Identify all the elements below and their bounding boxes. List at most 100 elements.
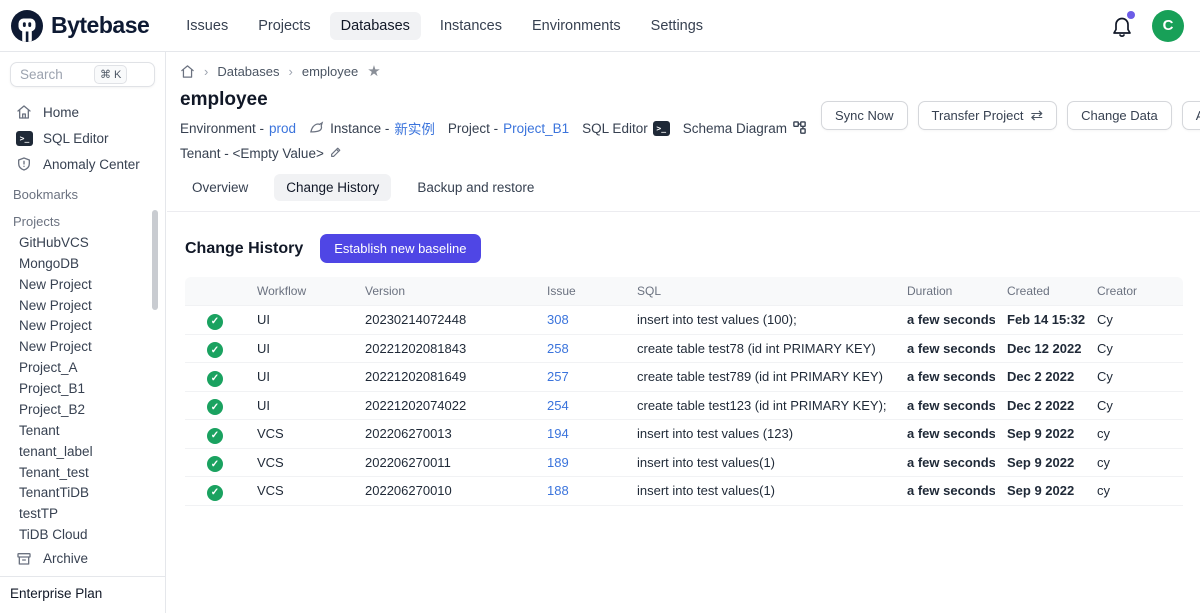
sidebar-scrollbar[interactable] <box>152 210 158 310</box>
alter-schema-button[interactable]: Alter Schema <box>1182 101 1200 130</box>
meta-tenant: Tenant - <Empty Value> <box>180 145 345 161</box>
breadcrumb-databases[interactable]: Databases <box>217 64 279 79</box>
transfer-project-button[interactable]: Transfer Project ⇄ <box>918 101 1058 130</box>
cell-created: Sep 9 2022 <box>995 477 1085 506</box>
page-actions: Sync Now Transfer Project ⇄ Change Data … <box>821 101 1200 130</box>
cell-workflow: VCS <box>245 420 353 449</box>
sidebar-project-tidb-cloud[interactable]: TiDB Cloud <box>0 524 165 545</box>
tab-change-history[interactable]: Change History <box>274 174 391 201</box>
section-title: Change History <box>185 240 303 258</box>
change-data-button[interactable]: Change Data <box>1067 101 1172 130</box>
sidebar-project-tenant[interactable]: Tenant <box>0 420 165 441</box>
sidebar-project-tenanttidb[interactable]: TenantTiDB <box>0 482 165 503</box>
cell-duration: a few seconds <box>895 363 995 392</box>
sidebar-project-new-project-2[interactable]: New Project <box>0 295 165 316</box>
sidebar-project-new-project-4[interactable]: New Project <box>0 336 165 357</box>
meta-instance: Instance - 新实例 <box>309 118 435 138</box>
bytebase-logo[interactable]: Bytebase <box>10 9 149 43</box>
main-content: › Databases › employee ★ employee Enviro… <box>167 52 1200 613</box>
nav-item-settings[interactable]: Settings <box>640 12 714 40</box>
project-link[interactable]: Project_B1 <box>503 121 569 136</box>
nav-item-instances[interactable]: Instances <box>429 12 513 40</box>
terminal-icon: >_ <box>653 121 670 136</box>
sidebar-project-tenant-test[interactable]: Tenant_test <box>0 462 165 483</box>
issue-link[interactable]: 257 <box>547 369 569 384</box>
table-row[interactable]: ✓ UI 20221202074022 254 create table tes… <box>185 391 1183 420</box>
nav-item-issues[interactable]: Issues <box>175 12 239 40</box>
issue-link[interactable]: 308 <box>547 312 569 327</box>
button-label: Sync Now <box>835 108 894 123</box>
sidebar-project-testtp[interactable]: testTP <box>0 503 165 524</box>
cell-sql: create table test123 (id int PRIMARY KEY… <box>625 391 895 420</box>
issue-link[interactable]: 258 <box>547 341 569 356</box>
table-row[interactable]: ✓ VCS 202206270011 189 insert into test … <box>185 448 1183 477</box>
nav-item-environments[interactable]: Environments <box>521 12 632 40</box>
sidebar-item-anomaly-center[interactable]: Anomaly Center <box>0 151 165 178</box>
table-row[interactable]: ✓ VCS 202206270010 188 insert into test … <box>185 477 1183 506</box>
sync-now-button[interactable]: Sync Now <box>821 101 908 130</box>
tab-backup-and-restore[interactable]: Backup and restore <box>405 174 546 201</box>
edit-pencil-icon[interactable] <box>329 145 345 161</box>
cell-creator: Cy <box>1085 363 1183 392</box>
bookmarks-section-label: Bookmarks <box>0 178 165 205</box>
notification-bell-icon[interactable] <box>1110 14 1134 38</box>
instance-engine-icon <box>309 120 325 136</box>
cell-version: 202206270013 <box>353 420 535 449</box>
col-creator: Creator <box>1085 277 1183 306</box>
sidebar-project-new-project-3[interactable]: New Project <box>0 315 165 336</box>
search-box[interactable]: ⌘ K <box>10 62 155 87</box>
sidebar-item-sql-editor[interactable]: >_ SQL Editor <box>0 126 165 151</box>
project-label: Project - <box>448 121 498 136</box>
sidebar: ⌘ K Home >_ SQL Editor Anomaly Center Bo… <box>0 52 166 613</box>
breadcrumb: › Databases › employee ★ <box>167 52 1200 79</box>
sidebar-project-mongodb[interactable]: MongoDB <box>0 253 165 274</box>
cell-version: 20230214072448 <box>353 306 535 335</box>
avatar[interactable]: C <box>1152 10 1184 42</box>
cell-duration: a few seconds <box>895 477 995 506</box>
sidebar-project-project-b2[interactable]: Project_B2 <box>0 399 165 420</box>
database-tabs: Overview Change History Backup and resto… <box>167 161 1200 212</box>
cell-created: Dec 12 2022 <box>995 334 1085 363</box>
bookmark-star-icon[interactable]: ★ <box>367 64 380 79</box>
table-row[interactable]: ✓ VCS 202206270013 194 insert into test … <box>185 420 1183 449</box>
issue-link[interactable]: 194 <box>547 426 569 441</box>
cell-created: Dec 2 2022 <box>995 363 1085 392</box>
sidebar-project-githubvcs[interactable]: GitHubVCS <box>0 232 165 253</box>
page-header: employee Environment - prod Instance - 新… <box>167 79 1200 161</box>
meta-line-1: Environment - prod Instance - 新实例 Projec… <box>180 118 821 138</box>
success-check-icon: ✓ <box>207 485 223 501</box>
nav-item-databases[interactable]: Databases <box>330 12 421 40</box>
cell-version: 20221202074022 <box>353 391 535 420</box>
plan-label: Enterprise Plan <box>0 576 165 613</box>
breadcrumb-home-icon[interactable] <box>180 64 195 79</box>
cell-duration: a few seconds <box>895 420 995 449</box>
tab-overview[interactable]: Overview <box>180 174 260 201</box>
instance-link[interactable]: 新实例 <box>394 118 435 138</box>
sidebar-project-project-b1[interactable]: Project_B1 <box>0 378 165 399</box>
environment-link[interactable]: prod <box>269 121 296 136</box>
breadcrumb-employee[interactable]: employee <box>302 64 358 79</box>
table-row[interactable]: ✓ UI 20221202081649 257 create table tes… <box>185 363 1183 392</box>
chevron-right-icon: › <box>289 64 293 79</box>
table-row[interactable]: ✓ UI 20221202081843 258 create table tes… <box>185 334 1183 363</box>
nav-item-projects[interactable]: Projects <box>247 12 321 40</box>
sidebar-project-new-project-1[interactable]: New Project <box>0 274 165 295</box>
shield-icon <box>16 156 33 173</box>
table-row[interactable]: ✓ UI 20230214072448 308 insert into test… <box>185 306 1183 335</box>
cell-creator: Cy <box>1085 334 1183 363</box>
meta-schema-diagram[interactable]: Schema Diagram <box>683 120 808 136</box>
establish-baseline-button[interactable]: Establish new baseline <box>320 234 480 263</box>
cell-workflow: UI <box>245 306 353 335</box>
issue-link[interactable]: 188 <box>547 483 569 498</box>
cell-duration: a few seconds <box>895 334 995 363</box>
sidebar-project-project-a[interactable]: Project_A <box>0 357 165 378</box>
issue-link[interactable]: 254 <box>547 398 569 413</box>
success-check-icon: ✓ <box>207 428 223 444</box>
cell-workflow: UI <box>245 391 353 420</box>
meta-sql-editor[interactable]: SQL Editor >_ <box>582 121 670 136</box>
sidebar-item-archive[interactable]: Archive <box>0 545 165 572</box>
sidebar-item-home[interactable]: Home <box>0 99 165 126</box>
issue-link[interactable]: 189 <box>547 455 569 470</box>
search-input[interactable] <box>20 67 90 82</box>
sidebar-project-tenant-label[interactable]: tenant_label <box>0 441 165 462</box>
